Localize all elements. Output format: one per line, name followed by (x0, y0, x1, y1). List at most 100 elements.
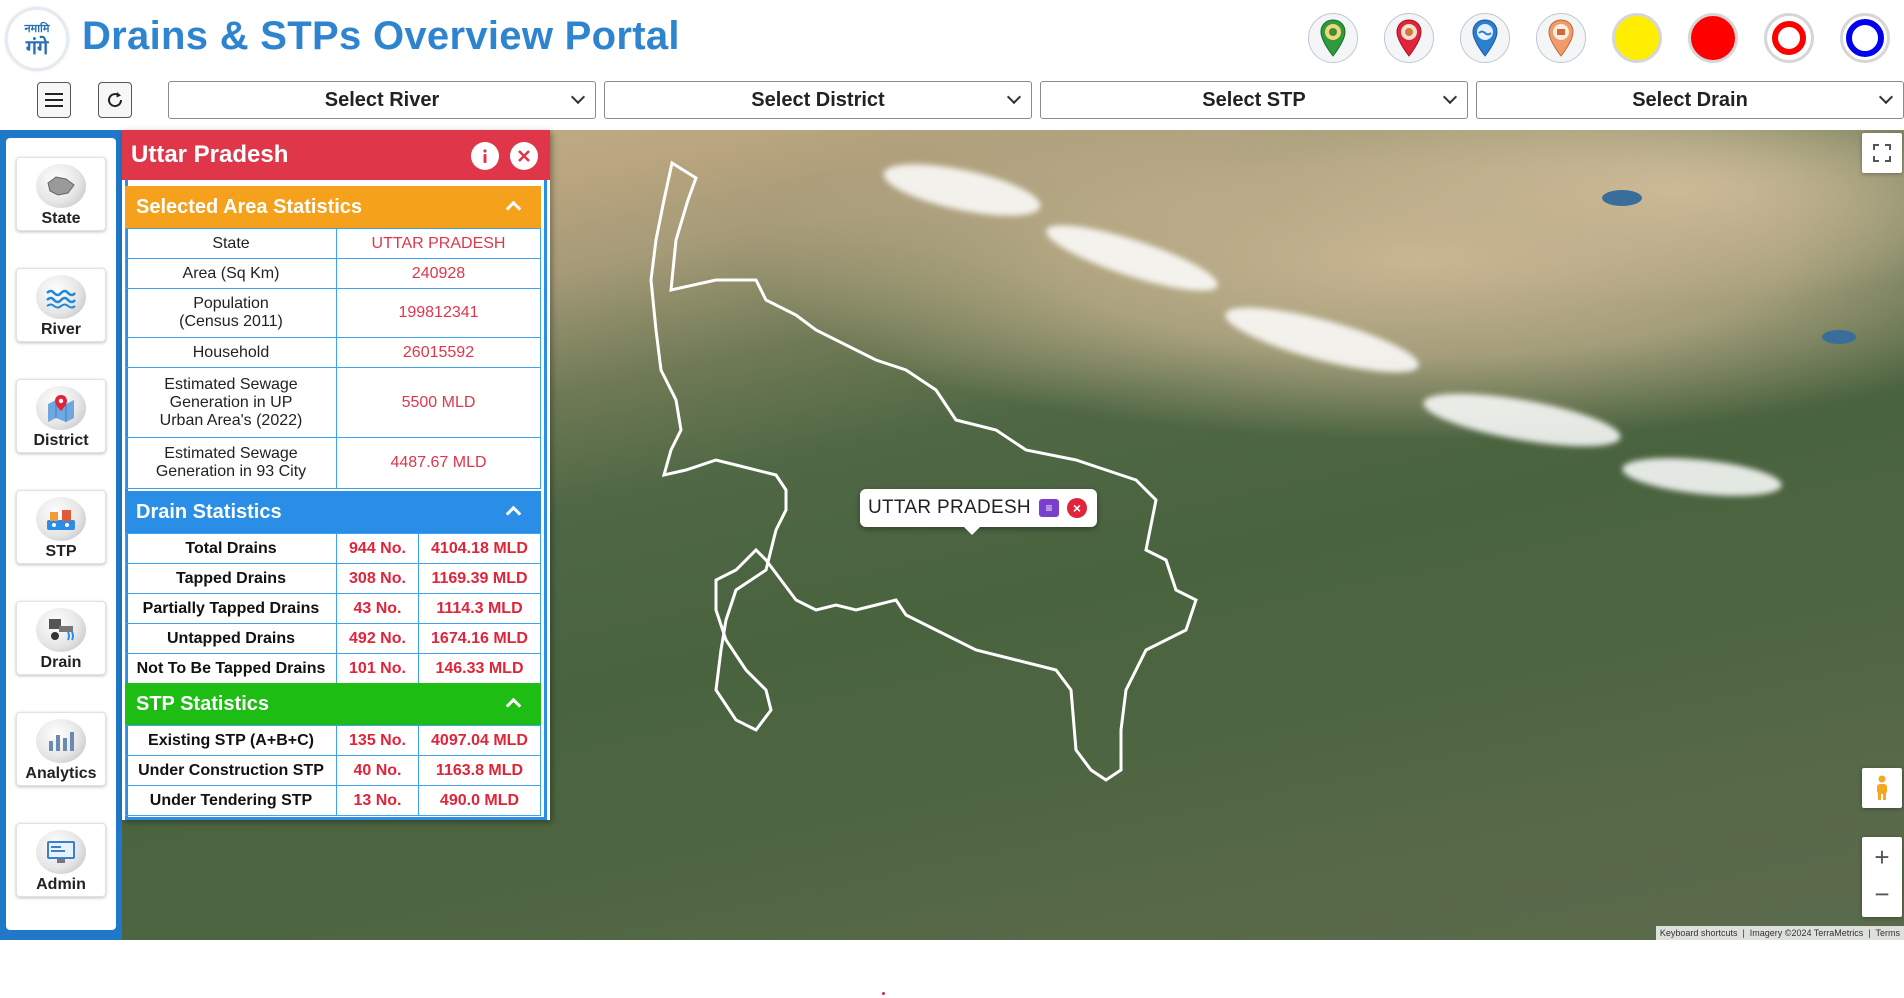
state-pin-icon[interactable] (1308, 13, 1358, 63)
tooltip-label: UTTAR PRADESH (868, 497, 1031, 518)
sidebar-panel: State River District STP Drain Analytics… (6, 138, 116, 930)
stat-count: 492 No. (336, 623, 419, 654)
sidebar-item-river[interactable]: River (16, 268, 106, 342)
imagery-credit: Imagery ©2024 TerraMetrics (1749, 928, 1864, 938)
river-pin-icon[interactable] (1460, 13, 1510, 63)
stat-count: 101 No. (336, 653, 419, 684)
state-tooltip[interactable]: UTTAR PRADESH ≡ × (860, 489, 1097, 535)
select-district-dropdown[interactable]: Select District (604, 81, 1032, 119)
stat-key: Existing STP (A+B+C) (125, 725, 337, 756)
stat-count: 43 No. (336, 593, 419, 624)
section-title: STP Statistics (136, 692, 270, 715)
map-attribution: Keyboard shortcuts | Imagery ©2024 Terra… (1655, 926, 1904, 940)
header: नमामि गंगे Drains & STPs Overview Portal (0, 0, 1904, 78)
district-map-icon (36, 386, 86, 430)
stat-flow: 1114.3 MLD (418, 593, 541, 624)
table-row: State UTTAR PRADESH (125, 228, 541, 259)
stray-dot (882, 992, 885, 995)
zoom-controls: + − (1862, 837, 1902, 917)
chevron-down-icon (1006, 89, 1022, 105)
stat-key: Household (125, 337, 337, 368)
chevron-down-icon (1442, 89, 1458, 105)
select-drain-dropdown[interactable]: Select Drain (1476, 81, 1904, 119)
terms-link[interactable]: Terms (1876, 928, 1901, 938)
blue-ring-icon[interactable] (1840, 13, 1890, 63)
stat-flow: 1169.39 MLD (418, 563, 541, 594)
red-ring-icon[interactable] (1764, 13, 1814, 63)
fullscreen-icon[interactable] (1862, 133, 1902, 173)
stat-key: Untapped Drains (125, 623, 337, 654)
stat-value: 4487.67 MLD (336, 437, 541, 489)
stp-plant-icon (36, 497, 86, 541)
close-icon[interactable] (510, 142, 538, 170)
zoom-in-button[interactable]: + (1874, 837, 1889, 877)
stat-key: Under Construction STP (125, 755, 337, 786)
admin-screen-icon (36, 830, 86, 874)
toolbar: Select River Select District Select STP … (0, 78, 1904, 130)
select-stp-label: Select STP (1202, 88, 1306, 111)
refresh-icon[interactable] (98, 82, 132, 118)
stat-key-line: Population (193, 295, 269, 312)
stat-value: 240928 (336, 258, 541, 289)
red-circle-icon[interactable] (1688, 13, 1738, 63)
stat-count: 13 No. (336, 785, 419, 816)
table-row: Estimated Sewage Generation in 93 City 4… (125, 437, 541, 489)
stat-key: Total Drains (125, 533, 337, 564)
select-drain-label: Select Drain (1632, 88, 1748, 111)
select-stp-dropdown[interactable]: Select STP (1040, 81, 1468, 119)
analytics-chart-icon (36, 719, 86, 763)
stat-key: Not To Be Tapped Drains (125, 653, 337, 684)
stat-flow: 4097.04 MLD (418, 725, 541, 756)
select-river-dropdown[interactable]: Select River (168, 81, 596, 119)
stat-value: UTTAR PRADESH (336, 228, 541, 259)
logo-text-line2: गंगे (25, 34, 49, 59)
district-pin-icon[interactable] (1384, 13, 1434, 63)
table-row: Untapped Drains 492 No. 1674.16 MLD (125, 623, 541, 654)
stat-value: 199812341 (336, 288, 541, 338)
stat-key-line: (Census 2011) (179, 313, 283, 330)
info-icon[interactable] (471, 142, 499, 170)
sidebar-item-drain[interactable]: Drain (16, 601, 106, 675)
table-row: Area (Sq Km) 240928 (125, 258, 541, 289)
section-header-stp[interactable]: STP Statistics (125, 683, 541, 725)
stp-stats-table: Existing STP (A+B+C) 135 No. 4097.04 MLD… (125, 725, 541, 816)
section-title: Selected Area Statistics (136, 195, 363, 218)
street-view-pegman-icon[interactable] (1862, 768, 1902, 808)
stat-flow: 1674.16 MLD (418, 623, 541, 654)
stat-flow: 4104.18 MLD (418, 533, 541, 564)
stat-key: Population (Census 2011) (125, 288, 337, 338)
stat-key: Under Tendering STP (125, 785, 337, 816)
page-title: Drains & STPs Overview Portal (82, 14, 680, 58)
sidebar-item-label: Drain (40, 654, 82, 671)
select-district-label: Select District (751, 88, 885, 111)
hamburger-menu-icon[interactable] (37, 82, 71, 118)
sidebar-item-district[interactable]: District (16, 379, 106, 453)
yellow-circle-icon[interactable] (1612, 13, 1662, 63)
keyboard-shortcuts-link[interactable]: Keyboard shortcuts (1660, 928, 1738, 938)
stat-count: 40 No. (336, 755, 419, 786)
legend-icon-bar (1308, 13, 1890, 63)
section-header-area[interactable]: Selected Area Statistics (125, 186, 541, 228)
sidebar-item-admin[interactable]: Admin (16, 823, 106, 897)
details-list-icon[interactable]: ≡ (1038, 499, 1059, 517)
stat-key: Estimated Sewage Generation in UP Urban … (125, 367, 337, 438)
namami-gange-logo[interactable]: नमामि गंगे (6, 8, 68, 70)
zoom-out-button[interactable]: − (1874, 877, 1889, 917)
stat-flow: 1163.8 MLD (418, 755, 541, 786)
stat-key: Partially Tapped Drains (125, 593, 337, 624)
stat-key: Estimated Sewage Generation in 93 City (125, 437, 337, 489)
table-row: Under Construction STP 40 No. 1163.8 MLD (125, 755, 541, 786)
stat-count: 944 No. (336, 533, 419, 564)
stp-pin-icon[interactable] (1536, 13, 1586, 63)
sidebar-item-analytics[interactable]: Analytics (16, 712, 106, 786)
close-icon[interactable]: × (1066, 498, 1087, 518)
table-row: Estimated Sewage Generation in UP Urban … (125, 367, 541, 438)
sidebar-item-state[interactable]: State (16, 157, 106, 231)
sidebar-item-stp[interactable]: STP (16, 490, 106, 564)
sidebar: State River District STP Drain Analytics… (0, 130, 122, 940)
table-row: Partially Tapped Drains 43 No. 1114.3 ML… (125, 593, 541, 624)
chevron-down-icon (1878, 89, 1894, 105)
stat-key: Area (Sq Km) (125, 258, 337, 289)
section-header-drain[interactable]: Drain Statistics (125, 491, 541, 533)
state-map-icon (36, 164, 86, 208)
